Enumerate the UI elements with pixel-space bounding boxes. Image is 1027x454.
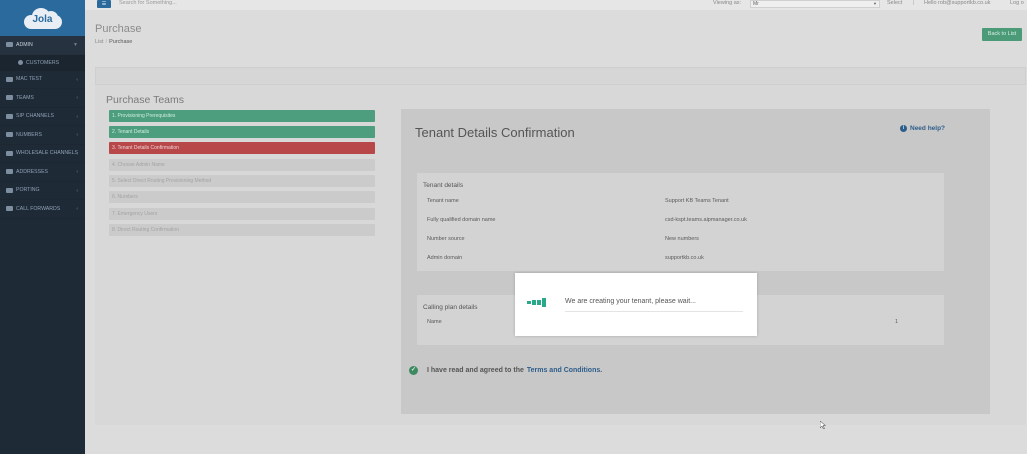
sidebar-item-label: ADMIN (16, 41, 33, 48)
sidebar-item-teams[interactable]: TEAMS ‹ (0, 89, 85, 108)
terms-link[interactable]: Terms and Conditions. (527, 367, 602, 374)
chevron-left-icon: ‹ (76, 150, 78, 157)
hamburger-icon[interactable]: ☰ (97, 0, 111, 8)
logout-link[interactable]: Log o (1010, 0, 1024, 6)
sidebar-item-mac-test[interactable]: MAC TEST ‹ (0, 71, 85, 89)
sidebar-item-label: WHOLESALE CHANNELS (16, 150, 78, 157)
forward-icon (6, 206, 13, 212)
need-help-label: Need help? (910, 125, 946, 132)
sidebar-item-label: SIP CHANNELS (16, 113, 54, 120)
loading-spinner-icon (527, 298, 546, 307)
loading-modal: We are creating your tenant, please wait… (515, 273, 757, 336)
chevron-left-icon: ‹ (76, 76, 78, 83)
breadcrumb-separator: / (105, 39, 108, 45)
detail-label: Admin domain (427, 255, 463, 261)
detail-value: Support KB Teams Tenant (665, 198, 729, 204)
breadcrumb: List / Purchase (95, 39, 132, 45)
mouse-cursor-icon (820, 421, 826, 429)
loading-message: We are creating your tenant, please wait… (565, 298, 696, 305)
tenant-details-card: Tenant details Tenant name Support KB Te… (417, 173, 944, 271)
detail-value: supportkb.co.uk (665, 255, 704, 261)
viewing-as-label: Viewing as: (713, 0, 742, 6)
user-greeting: Hello rob@supportkb.co.uk (924, 0, 991, 6)
chevron-left-icon: ‹ (76, 132, 78, 138)
chevron-left-icon: ‹ (76, 95, 78, 101)
step-7: 7. Emergency Users (109, 208, 375, 220)
step-6: 6. Numbers (109, 191, 375, 203)
breadcrumb-link-list[interactable]: List (95, 39, 104, 45)
search-input[interactable]: Search for Something... (119, 0, 177, 6)
logo-area[interactable]: Jola (0, 0, 85, 36)
grid-icon (6, 76, 13, 82)
step-2[interactable]: 2. Tenant Details (109, 126, 375, 138)
viewing-as-select[interactable]: Mr ▼ (750, 0, 880, 8)
calling-plan-value: 1 (895, 319, 899, 325)
sidebar-item-label: PORTING (16, 187, 40, 194)
sidebar-item-label: TEAMS (16, 94, 34, 101)
divider: | (913, 0, 915, 6)
need-help-link[interactable]: i Need help? (900, 125, 945, 132)
detail-label: Fully qualified domain name (427, 217, 496, 223)
select-button[interactable]: Select (887, 0, 902, 6)
tenant-details-title: Tenant details (423, 182, 464, 189)
agree-text: I have read and agreed to the (427, 367, 524, 374)
detail-value: New numbers (665, 236, 699, 242)
step-3[interactable]: 3. Tenant Details Confirmation (109, 142, 375, 154)
back-to-list-button[interactable]: Back to List (982, 28, 1022, 41)
address-icon (6, 169, 13, 175)
sidebar-item-porting[interactable]: PORTING ‹ (0, 182, 85, 200)
header-strip (95, 67, 1026, 85)
chevron-left-icon: ‹ (76, 169, 78, 175)
sidebar-item-label: ADDRESSES (16, 168, 48, 175)
sidebar-item-label: MAC TEST (16, 76, 43, 83)
step-1[interactable]: 1. Provisioning Prerequisites (109, 110, 375, 122)
chevron-down-icon: ▼ (73, 42, 78, 48)
calling-plan-name-label: Name (427, 319, 442, 325)
sidebar-item-admin[interactable]: ADMIN ▼ (0, 36, 85, 55)
chevron-left-icon: ‹ (76, 206, 78, 212)
step-4: 4. Choose Admin Name (109, 159, 375, 171)
detail-value: csd-kspt.teams.aipmanager.co.uk (665, 217, 747, 223)
info-icon: i (900, 125, 907, 132)
check-circle-icon[interactable]: ✓ (409, 366, 418, 375)
sidebar-item-addresses[interactable]: ADDRESSES ‹ (0, 163, 85, 182)
sidebar-subitem-label: CUSTOMERS (26, 59, 60, 66)
sidebar-subitem-customers[interactable]: CUSTOMERS (0, 54, 85, 71)
channel-icon (6, 113, 13, 119)
chevron-left-icon: ‹ (76, 187, 78, 194)
sidebar-item-label: NUMBERS (16, 131, 42, 138)
steps-heading: Purchase Teams (106, 94, 185, 106)
sidebar-item-numbers[interactable]: NUMBERS ‹ (0, 126, 85, 145)
viewing-as-value: Mr (753, 1, 759, 7)
sidebar-item-call-forwards[interactable]: CALL FORWARDS ‹ (0, 200, 85, 219)
topbar: ☰ Search for Something... Viewing as: Mr… (85, 0, 1027, 10)
sidebar-item-sip-channels[interactable]: SIP CHANNELS ‹ (0, 108, 85, 126)
chevron-left-icon: ‹ (76, 113, 78, 120)
detail-label: Number source (427, 236, 465, 242)
numbers-icon (6, 132, 13, 138)
caret-down-icon: ▼ (873, 1, 877, 6)
terms-agreement[interactable]: ✓ I have read and agreed to the Terms an… (409, 366, 602, 375)
sidebar-item-wholesale-channels[interactable]: WHOLESALE CHANNELS ‹ (0, 145, 85, 163)
calling-plan-title: Calling plan details (423, 304, 478, 311)
sidebar: Jola ADMIN ▼ CUSTOMERS MAC TEST ‹ TEAMS … (0, 0, 85, 454)
breadcrumb-current: Purchase (109, 39, 133, 45)
people-icon (6, 95, 13, 101)
user-icon (18, 60, 23, 65)
step-8: 8. Direct Routing Confirmation (109, 224, 375, 236)
sidebar-item-label: CALL FORWARDS (16, 205, 61, 212)
divider (565, 311, 743, 312)
wholesale-icon (6, 150, 13, 156)
cloud-logo-icon: Jola (22, 6, 64, 30)
page-title: Purchase (95, 23, 142, 35)
panel-title: Tenant Details Confirmation (415, 125, 575, 140)
grid-icon (6, 42, 13, 48)
step-5: 5. Select Direct Routing Provisioning Me… (109, 175, 375, 187)
detail-label: Tenant name (427, 198, 459, 204)
logo-text: Jola (32, 14, 53, 25)
porting-icon (6, 187, 13, 193)
